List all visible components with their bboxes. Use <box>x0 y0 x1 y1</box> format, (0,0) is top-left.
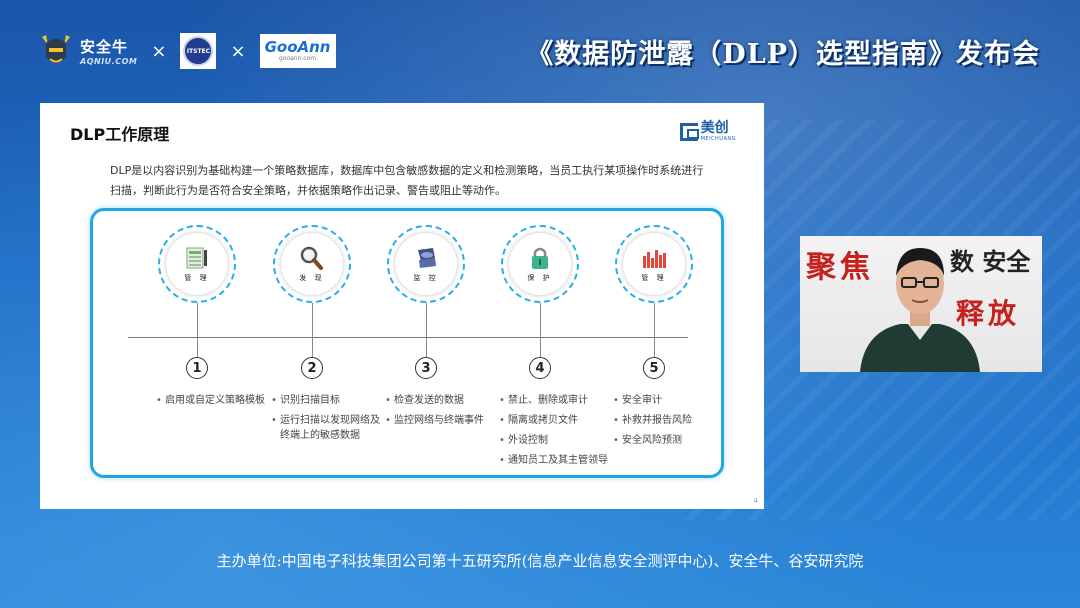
organizers-footer: 主办单位:中国电子科技集团公司第十五研究所(信息产业信息安全测评中心)、安全牛、… <box>216 552 864 570</box>
list-item: 运行扫描以发现网络及终端上的敏感数据 <box>271 413 389 443</box>
slide-page-number: 4 <box>753 497 758 505</box>
aqniu-name: 安全牛 <box>80 38 129 56</box>
step-connector <box>197 303 198 357</box>
event-title: 《数据防泄露（DLP）选型指南》发布会 <box>526 39 1040 70</box>
step-label: 管 理 <box>184 273 210 282</box>
process-frame: 管 理 1 启用或自定义策略模板 发 现 2 <box>90 208 724 478</box>
presentation-slide: DLP工作原理 美创 MEICHUANG DLP是以内容识别为基础构建一个策略数… <box>40 103 764 509</box>
list-item: 外设控制 <box>499 433 617 448</box>
bull-mascot-icon <box>42 35 70 63</box>
list-item: 安全风险预测 <box>613 433 731 448</box>
step-bullets: 识别扫描目标 运行扫描以发现网络及终端上的敏感数据 <box>271 393 389 448</box>
gooann-logo-text: GooAnn <box>264 38 331 56</box>
step-connector <box>540 303 541 357</box>
list-item: 启用或自定义策略模板 <box>156 393 274 408</box>
step-number: 4 <box>529 357 551 379</box>
meichuang-name: 美创 <box>700 120 729 136</box>
step-circle: 监 控 <box>387 225 465 303</box>
step-circle: 管 理 <box>158 225 236 303</box>
list-item: 安全审计 <box>613 393 731 408</box>
step-circle: 管 理 <box>615 225 693 303</box>
partner-logos: 安全牛 AQNIU.COM × ITSTEC × GooAnn gooann.c… <box>38 30 336 72</box>
step-bullets: 检查发送的数据 监控网络与终端事件 <box>385 393 503 433</box>
timeline-line <box>128 337 688 338</box>
aqniu-logo: 安全牛 AQNIU.COM <box>38 31 137 71</box>
meichuang-logo: 美创 MEICHUANG <box>679 120 736 142</box>
step-circle: 发 现 <box>273 225 351 303</box>
times-separator: × <box>151 40 167 62</box>
list-document-icon <box>186 247 207 268</box>
list-item: 通知员工及其主管领导 <box>499 453 617 468</box>
step-number: 5 <box>643 357 665 379</box>
list-item: 识别扫描目标 <box>271 393 389 408</box>
meichuang-mark-icon <box>679 122 699 141</box>
step-label: 监 控 <box>413 273 439 282</box>
step-bullets: 安全审计 补救并报告风险 安全风险预测 <box>613 393 731 453</box>
aqniu-domain: AQNIU.COM <box>80 57 138 66</box>
step-number: 1 <box>186 357 208 379</box>
list-item: 检查发送的数据 <box>385 393 503 408</box>
slide-title: DLP工作原理 <box>70 125 170 144</box>
step-number: 3 <box>415 357 437 379</box>
speaker-video: 聚焦 数 安全 释放 <box>800 236 1042 372</box>
step-label: 保 护 <box>527 273 553 282</box>
times-separator: × <box>230 40 246 62</box>
list-item: 补救并报告风险 <box>613 413 731 428</box>
itsec-logo: ITSTEC <box>180 33 217 69</box>
padlock-icon <box>532 247 548 269</box>
step-circle: 保 护 <box>501 225 579 303</box>
step-connector <box>312 303 313 357</box>
list-item: 监控网络与终端事件 <box>385 413 503 428</box>
step-number: 2 <box>301 357 323 379</box>
step-connector <box>426 303 427 357</box>
bar-chart-icon <box>643 249 666 268</box>
meichuang-en-name: MEICHUANG <box>700 136 736 142</box>
speaker-person-icon <box>860 248 980 372</box>
slide-description: DLP是以内容识别为基础构建一个策略数据库，数据库中包含敏感数据的定义和检测策略… <box>110 164 704 197</box>
itsec-logo-text: ITSTEC <box>183 36 214 66</box>
list-item: 隔离或拷贝文件 <box>499 413 617 428</box>
gooann-logo: GooAnn gooann.com <box>259 34 336 68</box>
magnifier-icon <box>300 246 323 270</box>
monitor-shield-icon <box>418 247 436 268</box>
list-item: 禁止、删除或审计 <box>499 393 617 408</box>
step-bullets: 启用或自定义策略模板 <box>156 393 274 413</box>
step-label: 发 现 <box>299 273 325 282</box>
gooann-logo-subtext: gooann.com <box>278 55 317 62</box>
step-label: 管 理 <box>641 273 667 282</box>
step-connector <box>654 303 655 357</box>
step-bullets: 禁止、删除或审计 隔离或拷贝文件 外设控制 通知员工及其主管领导 <box>499 393 617 473</box>
